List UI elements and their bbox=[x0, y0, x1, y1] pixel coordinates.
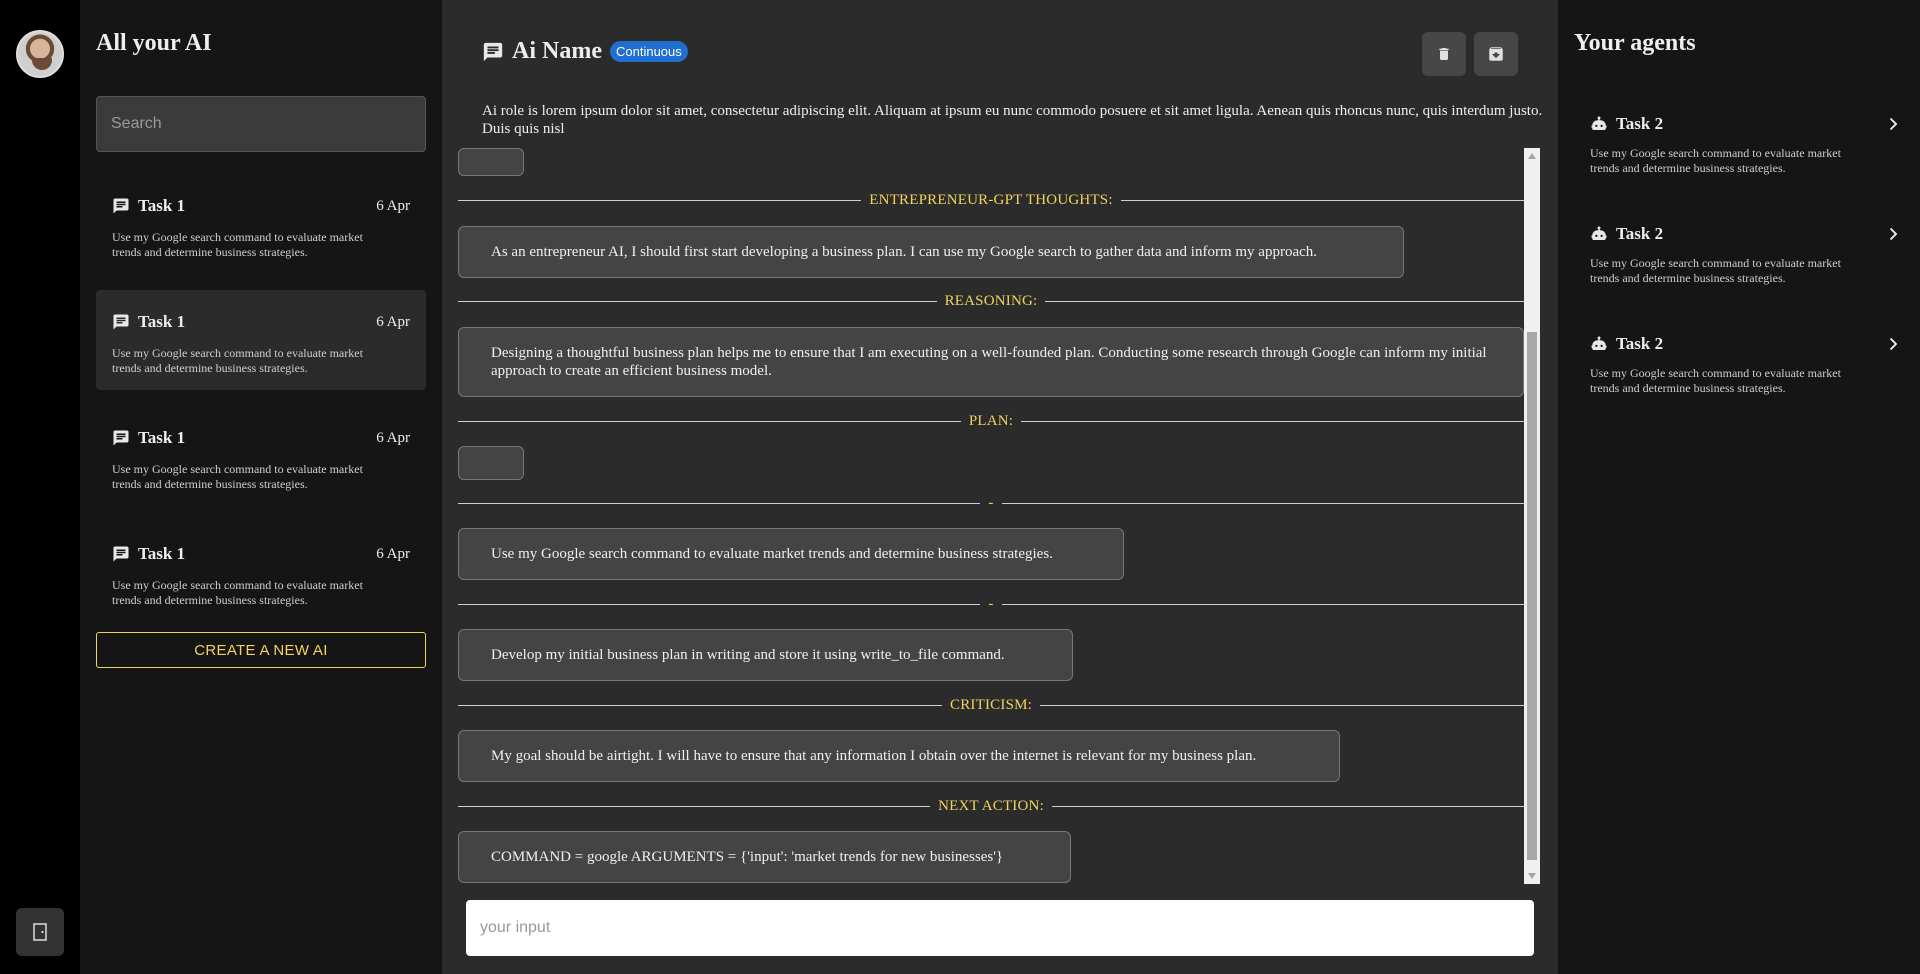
section-divider: CRITICISM: bbox=[458, 695, 1525, 715]
chevron-right-icon[interactable] bbox=[1884, 114, 1904, 134]
scroll-down-arrow[interactable] bbox=[1528, 873, 1536, 879]
chat-icon bbox=[113, 198, 129, 214]
chat-log[interactable]: ENTREPRENEUR-GPT THOUGHTS: As an entrepr… bbox=[458, 148, 1540, 884]
ai-role-text: Ai role is lorem ipsum dolor sit amet, c… bbox=[482, 103, 1543, 137]
plan-item-separator: - bbox=[988, 595, 994, 612]
ai-name: Ai Name bbox=[512, 38, 602, 64]
plan-item-text: Develop my initial business plan in writ… bbox=[491, 647, 1005, 663]
task-date: 6 Apr bbox=[376, 313, 410, 330]
main-panel: Ai Name Continuous Ai role is lorem ipsu… bbox=[442, 0, 1558, 974]
plan-label: PLAN: bbox=[968, 412, 1014, 429]
robot-icon bbox=[1591, 116, 1607, 130]
scroll-thumb[interactable] bbox=[1527, 332, 1537, 860]
task-date: 6 Apr bbox=[376, 197, 410, 214]
scroll-up-arrow[interactable] bbox=[1528, 153, 1536, 159]
plan-item-divider: - bbox=[458, 594, 1525, 614]
section-divider: PLAN: bbox=[458, 411, 1524, 431]
avatar[interactable] bbox=[16, 30, 64, 78]
task-name: Task 1 bbox=[138, 312, 186, 331]
chat-scrollbar[interactable] bbox=[1524, 148, 1540, 884]
section-divider: REASONING: bbox=[458, 291, 1524, 311]
plan-item-message: Use my Google search command to evaluate… bbox=[458, 528, 1124, 580]
sidebar-title: All your AI bbox=[96, 30, 212, 56]
logout-button[interactable] bbox=[16, 908, 64, 956]
criticism-label: CRITICISM: bbox=[950, 696, 1033, 713]
reasoning-label: REASONING: bbox=[944, 292, 1038, 309]
sidebar: All your AI Task 1 6 Apr Use my Google s… bbox=[80, 0, 442, 974]
plan-item-divider: - bbox=[458, 493, 1525, 513]
criticism-message: My goal should be airtight. I will have … bbox=[458, 730, 1340, 782]
task-item[interactable]: Task 1 6 Apr Use my Google search comman… bbox=[96, 290, 426, 390]
agent-desc: Use my Google search command to evaluate… bbox=[1590, 366, 1841, 395]
left-rail bbox=[0, 0, 80, 974]
task-item[interactable]: Task 1 6 Apr Use my Google search comman… bbox=[96, 406, 426, 506]
task-item[interactable]: Task 1 6 Apr Use my Google search comman… bbox=[96, 174, 426, 274]
ai-header: Ai Name Continuous bbox=[482, 38, 688, 65]
agent-item[interactable]: Task 2 Use my Google search command to e… bbox=[1574, 206, 1904, 306]
chat-icon bbox=[113, 314, 129, 330]
task-desc: Use my Google search command to evaluate… bbox=[112, 578, 363, 607]
next-action-message: COMMAND = google ARGUMENTS = {'input': '… bbox=[458, 831, 1071, 883]
task-date: 6 Apr bbox=[376, 545, 410, 562]
agent-name: Task 2 bbox=[1616, 224, 1664, 243]
reasoning-text: Designing a thoughtful business plan hel… bbox=[491, 345, 1487, 379]
logout-icon bbox=[33, 923, 47, 941]
thoughts-label: ENTREPRENEUR-GPT THOUGHTS: bbox=[869, 191, 1113, 208]
archive-button[interactable] bbox=[1474, 32, 1518, 76]
agent-name: Task 2 bbox=[1616, 334, 1664, 353]
criticism-text: My goal should be airtight. I will have … bbox=[491, 748, 1257, 764]
agents-title: Your agents bbox=[1574, 30, 1696, 56]
task-desc: Use my Google search command to evaluate… bbox=[112, 462, 363, 491]
empty-message bbox=[458, 148, 524, 176]
chat-icon bbox=[483, 42, 503, 61]
plan-item-message: Develop my initial business plan in writ… bbox=[458, 629, 1073, 681]
delete-icon bbox=[1439, 48, 1449, 60]
task-item[interactable]: Task 1 6 Apr Use my Google search comman… bbox=[96, 522, 426, 622]
task-name: Task 1 bbox=[138, 196, 186, 215]
thoughts-text: As an entrepreneur AI, I should first st… bbox=[491, 244, 1318, 260]
empty-message bbox=[458, 446, 524, 480]
robot-icon bbox=[1591, 226, 1607, 240]
thoughts-message: As an entrepreneur AI, I should first st… bbox=[458, 226, 1404, 278]
chevron-right-icon[interactable] bbox=[1884, 224, 1904, 244]
chat-icon bbox=[113, 546, 129, 562]
next-action-label: NEXT ACTION: bbox=[938, 797, 1044, 814]
section-divider: ENTREPRENEUR-GPT THOUGHTS: bbox=[458, 190, 1524, 210]
reasoning-message: Designing a thoughtful business plan hel… bbox=[458, 327, 1524, 397]
task-desc: Use my Google search command to evaluate… bbox=[112, 230, 363, 259]
mode-badge: Continuous bbox=[609, 41, 688, 62]
agent-name: Task 2 bbox=[1616, 114, 1664, 133]
task-desc: Use my Google search command to evaluate… bbox=[112, 346, 363, 375]
next-action-text: COMMAND = google ARGUMENTS = {'input': '… bbox=[491, 849, 1004, 865]
agent-desc: Use my Google search command to evaluate… bbox=[1590, 146, 1841, 175]
plan-item-separator: - bbox=[988, 494, 994, 511]
robot-icon bbox=[1591, 336, 1607, 350]
plan-item-text: Use my Google search command to evaluate… bbox=[491, 546, 1053, 562]
chevron-right-icon[interactable] bbox=[1884, 334, 1904, 354]
agent-desc: Use my Google search command to evaluate… bbox=[1590, 256, 1841, 285]
search-input[interactable] bbox=[96, 96, 426, 152]
task-name: Task 1 bbox=[138, 544, 186, 563]
agent-item[interactable]: Task 2 Use my Google search command to e… bbox=[1574, 96, 1904, 196]
delete-button[interactable] bbox=[1422, 32, 1466, 76]
agents-panel: Your agents Task 2 Use my Google search … bbox=[1558, 0, 1920, 974]
message-input[interactable] bbox=[466, 900, 1534, 956]
section-divider: NEXT ACTION: bbox=[458, 796, 1524, 816]
chat-icon bbox=[113, 430, 129, 446]
archive-icon bbox=[1489, 47, 1503, 61]
task-date: 6 Apr bbox=[376, 429, 410, 446]
task-name: Task 1 bbox=[138, 428, 186, 447]
agent-item[interactable]: Task 2 Use my Google search command to e… bbox=[1574, 316, 1904, 416]
create-ai-button[interactable]: CREATE A NEW AI bbox=[96, 632, 426, 668]
